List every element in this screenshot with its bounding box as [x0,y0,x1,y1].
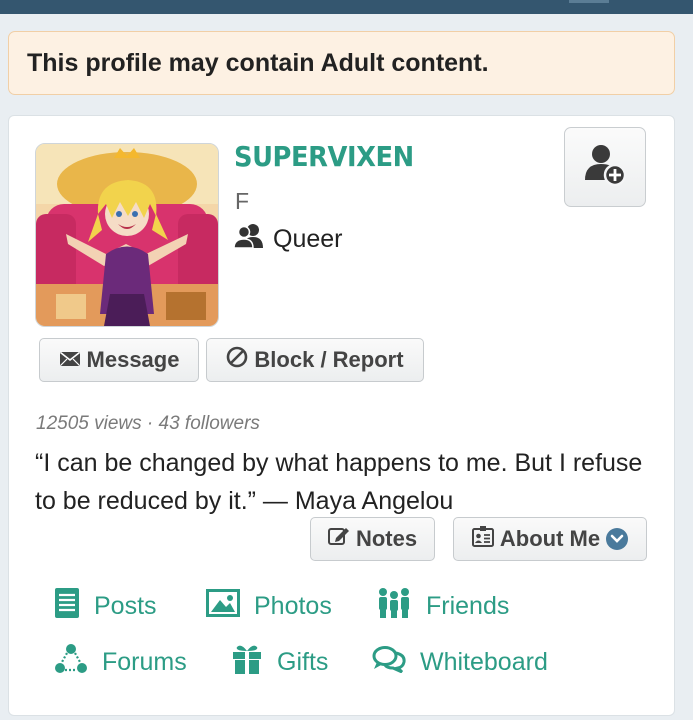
nav-friends-label: Friends [426,591,510,620]
chat-bubbles-icon [372,645,406,680]
people-icon [233,223,265,256]
add-friend-button[interactable] [564,127,646,207]
nav-whiteboard-label: Whiteboard [420,647,548,676]
profile-card: SUPERVIXEN F Queer Message Block / Repor… [8,115,675,716]
nav-posts-label: Posts [94,591,157,620]
notes-label: Notes [355,526,418,551]
envelope-icon [59,347,81,373]
add-friend-icon [582,142,628,193]
nav-forums[interactable]: Forums [54,643,187,682]
nav-photos[interactable]: Photos [206,588,332,624]
nav-posts[interactable]: Posts [54,587,157,626]
message-button[interactable]: Message [39,338,199,382]
block-report-label: Block / Report [254,347,404,372]
orientation-label: Queer [273,224,343,253]
document-icon [54,587,80,626]
avatar[interactable] [35,143,219,327]
profile-gender: F [235,188,250,214]
group-icon [376,587,412,626]
nav-photos-label: Photos [254,591,332,620]
nav-friends[interactable]: Friends [376,587,510,626]
chevron-down-icon [606,528,629,550]
forums-icon [54,643,88,682]
about-me-button[interactable]: About Me [453,517,647,561]
top-app-bar [0,0,693,14]
block-icon [226,346,248,374]
warning-text: This profile may contain Adult content. [27,48,489,77]
profile-orientation: Queer [233,223,343,256]
profile-bio: “I can be changed by what happens to me.… [35,449,643,515]
gift-icon [231,643,263,682]
photo-icon [206,588,240,624]
notes-button[interactable]: Notes [310,517,435,561]
nav-whiteboard[interactable]: Whiteboard [372,644,548,680]
nav-gifts[interactable]: Gifts [231,644,328,680]
profile-stats: 12505 views · 43 followers [36,413,260,434]
profile-username: SUPERVIXEN [234,140,414,173]
message-label: Message [86,347,180,372]
top-bar-control[interactable] [569,0,609,3]
adult-content-warning: This profile may contain Adult content. [8,31,675,95]
nav-gifts-label: Gifts [277,647,329,676]
edit-icon [327,526,350,552]
about-me-label: About Me [499,526,601,551]
id-card-icon [471,525,494,553]
nav-forums-label: Forums [102,647,187,676]
block-report-button[interactable]: Block / Report [206,338,424,382]
